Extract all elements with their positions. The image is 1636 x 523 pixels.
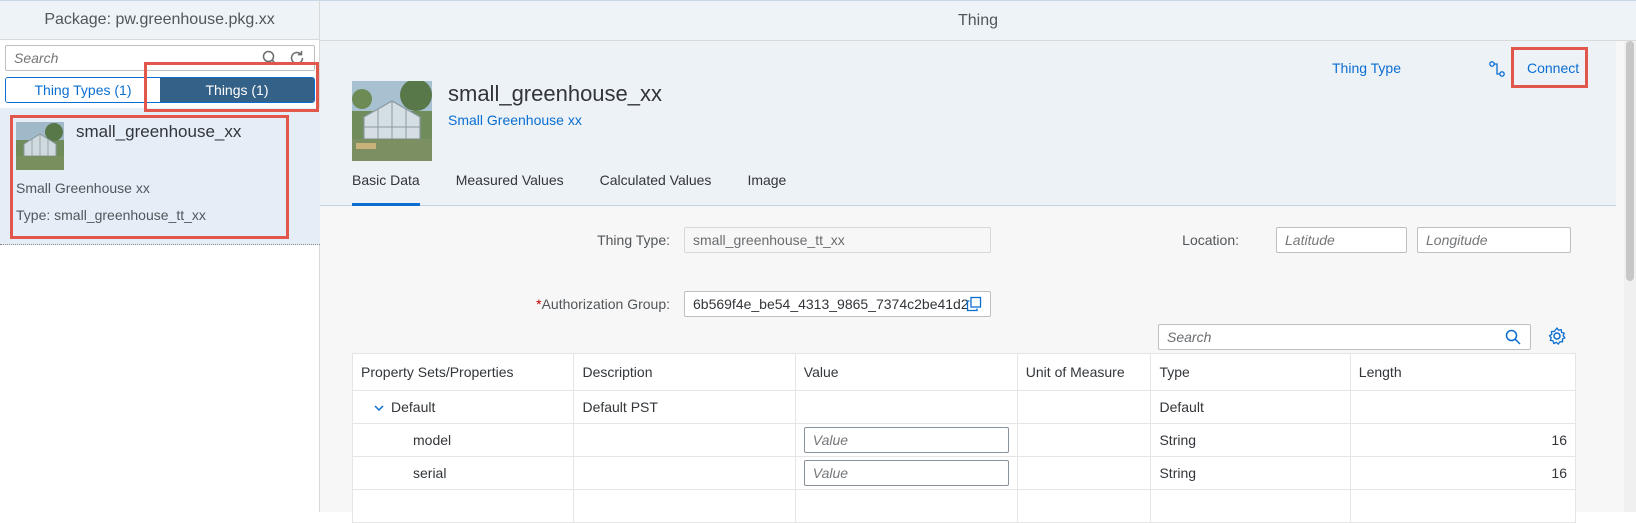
detail-page-header: Thing xyxy=(320,0,1636,41)
segment-things[interactable]: Things (1) xyxy=(160,78,314,102)
value-help-icon[interactable] xyxy=(966,296,982,312)
table-search-field[interactable] xyxy=(1158,324,1531,350)
value-cell xyxy=(794,423,1018,457)
detail-pane: Thing small_greenhouse_xx Small Greenhou… xyxy=(320,0,1636,523)
length-cell: 16 xyxy=(1349,423,1577,457)
list-item-type: Type: small_greenhouse_tt_xx xyxy=(16,207,206,223)
property-name-cell: serial xyxy=(351,456,575,490)
value-cell xyxy=(794,456,1018,490)
uom-cell xyxy=(1016,390,1152,424)
connection-icon[interactable] xyxy=(1488,60,1506,78)
object-title: small_greenhouse_xx xyxy=(448,81,663,106)
authorization-group-label: *Authorization Group: xyxy=(450,296,670,312)
search-icon[interactable] xyxy=(1504,328,1522,346)
segment-thing-types[interactable]: Thing Types (1) xyxy=(6,78,160,102)
property-name-cell: model xyxy=(351,423,575,457)
authorization-group-field[interactable]: 6b569f4e_be54_4313_9865_7374c2be41d2 xyxy=(684,291,991,317)
description-cell xyxy=(573,423,796,457)
column-header-unit-of-measure[interactable]: Unit of Measure xyxy=(1016,353,1152,391)
greenhouse-image xyxy=(352,81,432,161)
table-row-empty xyxy=(351,489,1577,523)
column-header-description[interactable]: Description xyxy=(573,353,796,391)
settings-gear-icon[interactable] xyxy=(1547,326,1567,346)
table-row-property[interactable]: model String 16 xyxy=(351,423,1577,457)
model-value-input[interactable] xyxy=(803,427,1009,453)
type-cell: String xyxy=(1150,456,1351,490)
master-pane: Package: pw.greenhouse.pkg.xx Thing Type… xyxy=(0,0,320,512)
authorization-group-value: 6b569f4e_be54_4313_9865_7374c2be41d2 xyxy=(693,296,969,312)
object-subtitle-link[interactable]: Small Greenhouse xx xyxy=(448,112,582,128)
column-header-type[interactable]: Type xyxy=(1150,353,1351,391)
table-row-property-set[interactable]: Default Default PST Default xyxy=(351,390,1577,424)
type-cell: String xyxy=(1150,423,1351,457)
column-header-length[interactable]: Length xyxy=(1349,353,1577,391)
master-search-field[interactable] xyxy=(5,45,315,71)
tab-basic-data[interactable]: Basic Data xyxy=(352,172,420,206)
thing-type-button[interactable]: Thing Type xyxy=(1332,60,1401,76)
longitude-input[interactable] xyxy=(1417,227,1571,253)
list-item-description: Small Greenhouse xx xyxy=(16,180,150,196)
table-row-property[interactable]: serial String 16 xyxy=(351,456,1577,490)
greenhouse-thumbnail xyxy=(16,122,64,170)
type-cell: Default xyxy=(1150,390,1351,424)
tab-image[interactable]: Image xyxy=(747,172,786,206)
list-item-title: small_greenhouse_xx xyxy=(76,122,242,141)
icon-tab-bar: Basic Data Measured Values Calculated Va… xyxy=(352,172,786,206)
list-type-segmented-button: Thing Types (1) Things (1) xyxy=(5,77,315,103)
authorization-group-label-text: Authorization Group: xyxy=(541,296,670,312)
length-cell xyxy=(1349,390,1577,424)
table-search-input[interactable] xyxy=(1159,325,1479,349)
tab-measured-values[interactable]: Measured Values xyxy=(456,172,564,206)
master-search-input[interactable] xyxy=(6,46,246,70)
object-header: small_greenhouse_xx Small Greenhouse xx … xyxy=(320,41,1616,206)
value-cell xyxy=(794,390,1018,424)
scrollbar-thumb[interactable] xyxy=(1626,41,1634,281)
column-header-value[interactable]: Value xyxy=(794,353,1018,391)
length-cell: 16 xyxy=(1349,456,1577,490)
table-header-row: Property Sets/Properties Description Val… xyxy=(351,353,1577,391)
latitude-input[interactable] xyxy=(1276,227,1407,253)
location-label: Location: xyxy=(1182,232,1239,248)
column-header-property[interactable]: Property Sets/Properties xyxy=(351,353,575,391)
list-item-thing[interactable]: small_greenhouse_xx Small Greenhouse xx … xyxy=(0,108,320,245)
uom-cell xyxy=(1016,456,1152,490)
refresh-icon[interactable] xyxy=(288,49,306,67)
chevron-down-icon[interactable] xyxy=(373,402,385,414)
property-set-cell: Default xyxy=(351,390,575,424)
vertical-scrollbar[interactable] xyxy=(1624,41,1636,512)
thing-type-field xyxy=(684,227,991,253)
properties-table: Property Sets/Properties Description Val… xyxy=(351,353,1577,523)
uom-cell xyxy=(1016,423,1152,457)
property-set-name: Default xyxy=(391,399,436,415)
description-cell xyxy=(573,456,796,490)
serial-value-input[interactable] xyxy=(803,460,1009,486)
search-icon[interactable] xyxy=(261,49,279,67)
description-cell: Default PST xyxy=(573,390,796,424)
tab-calculated-values[interactable]: Calculated Values xyxy=(600,172,712,206)
thing-type-label: Thing Type: xyxy=(597,232,670,248)
package-header: Package: pw.greenhouse.pkg.xx xyxy=(0,1,319,40)
connect-button[interactable]: Connect xyxy=(1527,60,1579,76)
